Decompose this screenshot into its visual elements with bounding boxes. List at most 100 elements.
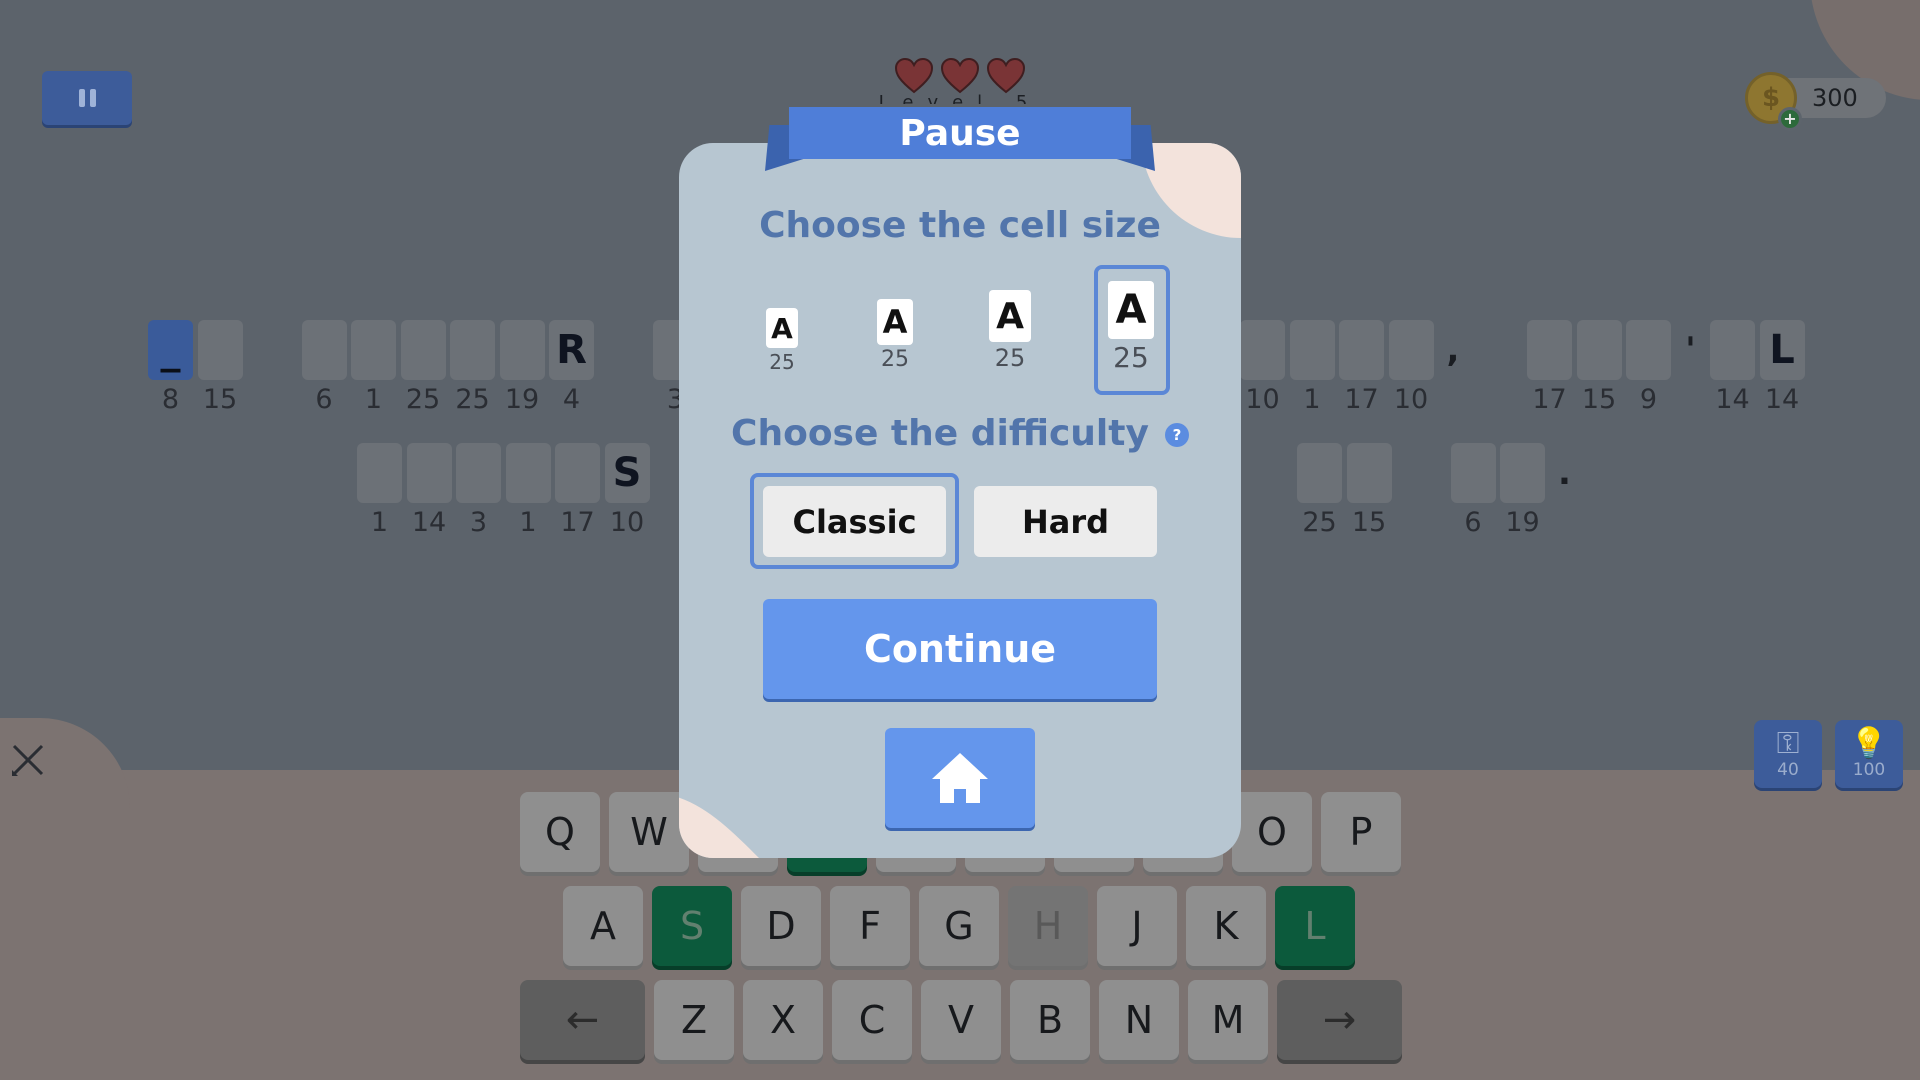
cell-number: 10 bbox=[609, 507, 645, 538]
puzzle-cell[interactable]: 25 bbox=[450, 320, 495, 418]
cell-number: 6 bbox=[1464, 507, 1482, 538]
key-g[interactable]: G bbox=[919, 886, 999, 966]
puzzle-cell[interactable]: 17 bbox=[1339, 320, 1384, 418]
level-label: Level 5 bbox=[878, 92, 1042, 104]
puzzle-row-2: 1 14 3 1 17 S 10 bbox=[357, 443, 654, 541]
cell-letter bbox=[555, 443, 600, 503]
cell-size-option-4[interactable]: A 25 bbox=[1108, 281, 1154, 374]
cell-size-option-3[interactable]: A 25 bbox=[989, 290, 1031, 372]
key-c[interactable]: C bbox=[832, 980, 912, 1060]
key-q[interactable]: Q bbox=[520, 792, 600, 872]
cell-number: 1 bbox=[519, 507, 537, 538]
cell-size-option-2[interactable]: A 25 bbox=[877, 299, 913, 372]
puzzle-cell[interactable]: 6 bbox=[1450, 443, 1496, 541]
puzzle-cell[interactable]: 1 bbox=[1289, 320, 1335, 418]
cell-size-sample: A bbox=[1108, 281, 1154, 339]
home-button[interactable] bbox=[885, 728, 1035, 828]
cell-letter bbox=[197, 320, 243, 380]
key-o[interactable]: O bbox=[1232, 792, 1312, 872]
key-icon: ⚿ bbox=[1776, 726, 1800, 761]
puzzle-cell[interactable]: 17 bbox=[555, 443, 600, 541]
cell-letter bbox=[1450, 443, 1496, 503]
backspace-left-key[interactable]: ← bbox=[520, 980, 645, 1060]
key-v[interactable]: V bbox=[921, 980, 1001, 1060]
puzzle-cell[interactable]: 19 bbox=[499, 320, 545, 418]
puzzle-cell[interactable]: 6 bbox=[301, 320, 347, 418]
key-hint-cost: 40 bbox=[1777, 760, 1799, 780]
key-z[interactable]: Z bbox=[654, 980, 734, 1060]
puzzle-cell[interactable]: 14 bbox=[406, 443, 452, 541]
continue-button[interactable]: Continue bbox=[763, 599, 1157, 699]
cell-letter bbox=[1346, 443, 1392, 503]
puzzle-cell[interactable]: 1 bbox=[505, 443, 551, 541]
key-x[interactable]: X bbox=[743, 980, 823, 1060]
puzzle-cell[interactable]: 15 bbox=[1346, 443, 1392, 541]
puzzle-cell[interactable]: R4 bbox=[549, 320, 594, 418]
key-h[interactable]: H bbox=[1008, 886, 1088, 966]
puzzle-cell[interactable]: 15 bbox=[197, 320, 243, 418]
key-m[interactable]: M bbox=[1188, 980, 1268, 1060]
cell-letter bbox=[1388, 320, 1434, 380]
pencil-ruler-icon[interactable] bbox=[8, 740, 48, 780]
cell-letter: S bbox=[604, 443, 650, 503]
punctuation-mark[interactable]: . bbox=[1550, 443, 1580, 503]
key-b[interactable]: B bbox=[1010, 980, 1090, 1060]
key-a[interactable]: A bbox=[563, 886, 643, 966]
puzzle-cell[interactable]: L 14 bbox=[1759, 320, 1805, 418]
add-coins-icon[interactable]: + bbox=[1778, 107, 1802, 131]
cell-size-sample: A bbox=[989, 290, 1031, 342]
puzzle-cell[interactable]: 17 bbox=[1527, 320, 1572, 418]
puzzle-cell[interactable]: 10 bbox=[1388, 320, 1434, 418]
key-n[interactable]: N bbox=[1099, 980, 1179, 1060]
puzzle-cell[interactable]: 19 bbox=[1500, 443, 1545, 541]
key-s[interactable]: S bbox=[652, 886, 732, 966]
punctuation-mark[interactable]: , bbox=[1438, 320, 1468, 380]
puzzle-row-2-right: 25 15 6 19. bbox=[1297, 443, 1584, 541]
punctuation-mark[interactable]: ' bbox=[1676, 320, 1706, 380]
home-icon bbox=[932, 753, 988, 803]
key-w[interactable]: W bbox=[609, 792, 689, 872]
punctuation-text: ' bbox=[1685, 330, 1696, 370]
cell-number: 3 bbox=[469, 507, 488, 538]
key-d[interactable]: D bbox=[741, 886, 821, 966]
arrow-right-key[interactable]: → bbox=[1277, 980, 1402, 1060]
key-f[interactable]: F bbox=[830, 886, 910, 966]
cell-size-sample: A bbox=[766, 308, 798, 348]
cell-size-count: 25 bbox=[881, 347, 909, 372]
cell-size-sample: A bbox=[877, 299, 913, 345]
cell-letter bbox=[505, 443, 551, 503]
difficulty-hard-button[interactable]: Hard bbox=[974, 486, 1157, 557]
dialog-title: Pause bbox=[789, 107, 1131, 159]
cell-letter bbox=[1500, 443, 1545, 503]
puzzle-cell[interactable]: 25 bbox=[1297, 443, 1342, 541]
puzzle-cell[interactable]: 14 bbox=[1710, 320, 1755, 418]
puzzle-cell[interactable]: 3 bbox=[456, 443, 501, 541]
keyboard-row-3: ← Z X C V B N M → bbox=[520, 980, 1402, 1060]
cell-number: 9 bbox=[1639, 384, 1658, 415]
puzzle-cell[interactable]: _ 8 bbox=[148, 320, 193, 418]
cell-letter bbox=[1240, 320, 1285, 380]
cell-number: 15 bbox=[1581, 384, 1617, 415]
cell-letter bbox=[1527, 320, 1572, 380]
puzzle-row-1-right: 10 1 17 10, 17 15 9 ' 14 L 14 bbox=[1240, 320, 1809, 418]
key-l[interactable]: L bbox=[1275, 886, 1355, 966]
puzzle-cell[interactable]: 25 bbox=[400, 320, 446, 418]
puzzle-cell[interactable]: S 10 bbox=[604, 443, 650, 541]
key-p[interactable]: P bbox=[1321, 792, 1401, 872]
puzzle-cell[interactable]: 10 bbox=[1240, 320, 1285, 418]
cell-letter bbox=[357, 443, 402, 503]
puzzle-cell[interactable]: 1 bbox=[357, 443, 402, 541]
cell-letter bbox=[499, 320, 545, 380]
lightbulb-hint-button[interactable]: 💡 100 bbox=[1835, 720, 1903, 788]
key-hint-button[interactable]: ⚿ 40 bbox=[1754, 720, 1822, 788]
difficulty-classic-button[interactable]: Classic bbox=[763, 486, 946, 557]
cell-size-option-1[interactable]: A 25 bbox=[766, 308, 798, 374]
cell-number: 25 bbox=[405, 384, 441, 415]
key-j[interactable]: J bbox=[1097, 886, 1177, 966]
puzzle-cell[interactable]: 1 bbox=[351, 320, 396, 418]
puzzle-cell[interactable]: 15 bbox=[1576, 320, 1622, 418]
key-k[interactable]: K bbox=[1186, 886, 1266, 966]
difficulty-heading: Choose the difficulty bbox=[731, 413, 1149, 454]
puzzle-cell[interactable]: 9 bbox=[1626, 320, 1671, 418]
help-icon[interactable]: ? bbox=[1164, 423, 1189, 447]
